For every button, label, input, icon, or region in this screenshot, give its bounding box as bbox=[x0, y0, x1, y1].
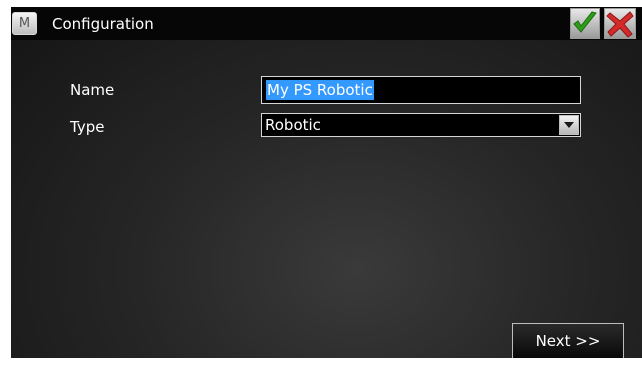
ok-button[interactable] bbox=[570, 8, 600, 39]
app-menu-glyph: M bbox=[18, 16, 31, 31]
name-label: Name bbox=[70, 81, 115, 99]
next-button[interactable]: Next >> bbox=[512, 323, 624, 358]
type-select-value: Robotic bbox=[265, 116, 321, 134]
window-title: Configuration bbox=[52, 15, 154, 33]
configuration-window: M Configuration Name My PS Robotic Type … bbox=[11, 7, 642, 358]
x-icon bbox=[606, 11, 634, 38]
name-input[interactable]: My PS Robotic bbox=[261, 76, 581, 104]
chevron-down-icon bbox=[564, 122, 574, 128]
title-bar: M Configuration bbox=[11, 7, 642, 40]
type-label: Type bbox=[70, 118, 105, 136]
name-input-value: My PS Robotic bbox=[266, 80, 374, 100]
next-button-label: Next >> bbox=[535, 332, 601, 350]
type-select[interactable]: Robotic bbox=[261, 113, 581, 137]
cancel-button[interactable] bbox=[604, 8, 636, 39]
dropdown-button[interactable] bbox=[559, 115, 579, 135]
app-menu-icon[interactable]: M bbox=[12, 12, 37, 35]
checkmark-icon bbox=[573, 11, 597, 33]
